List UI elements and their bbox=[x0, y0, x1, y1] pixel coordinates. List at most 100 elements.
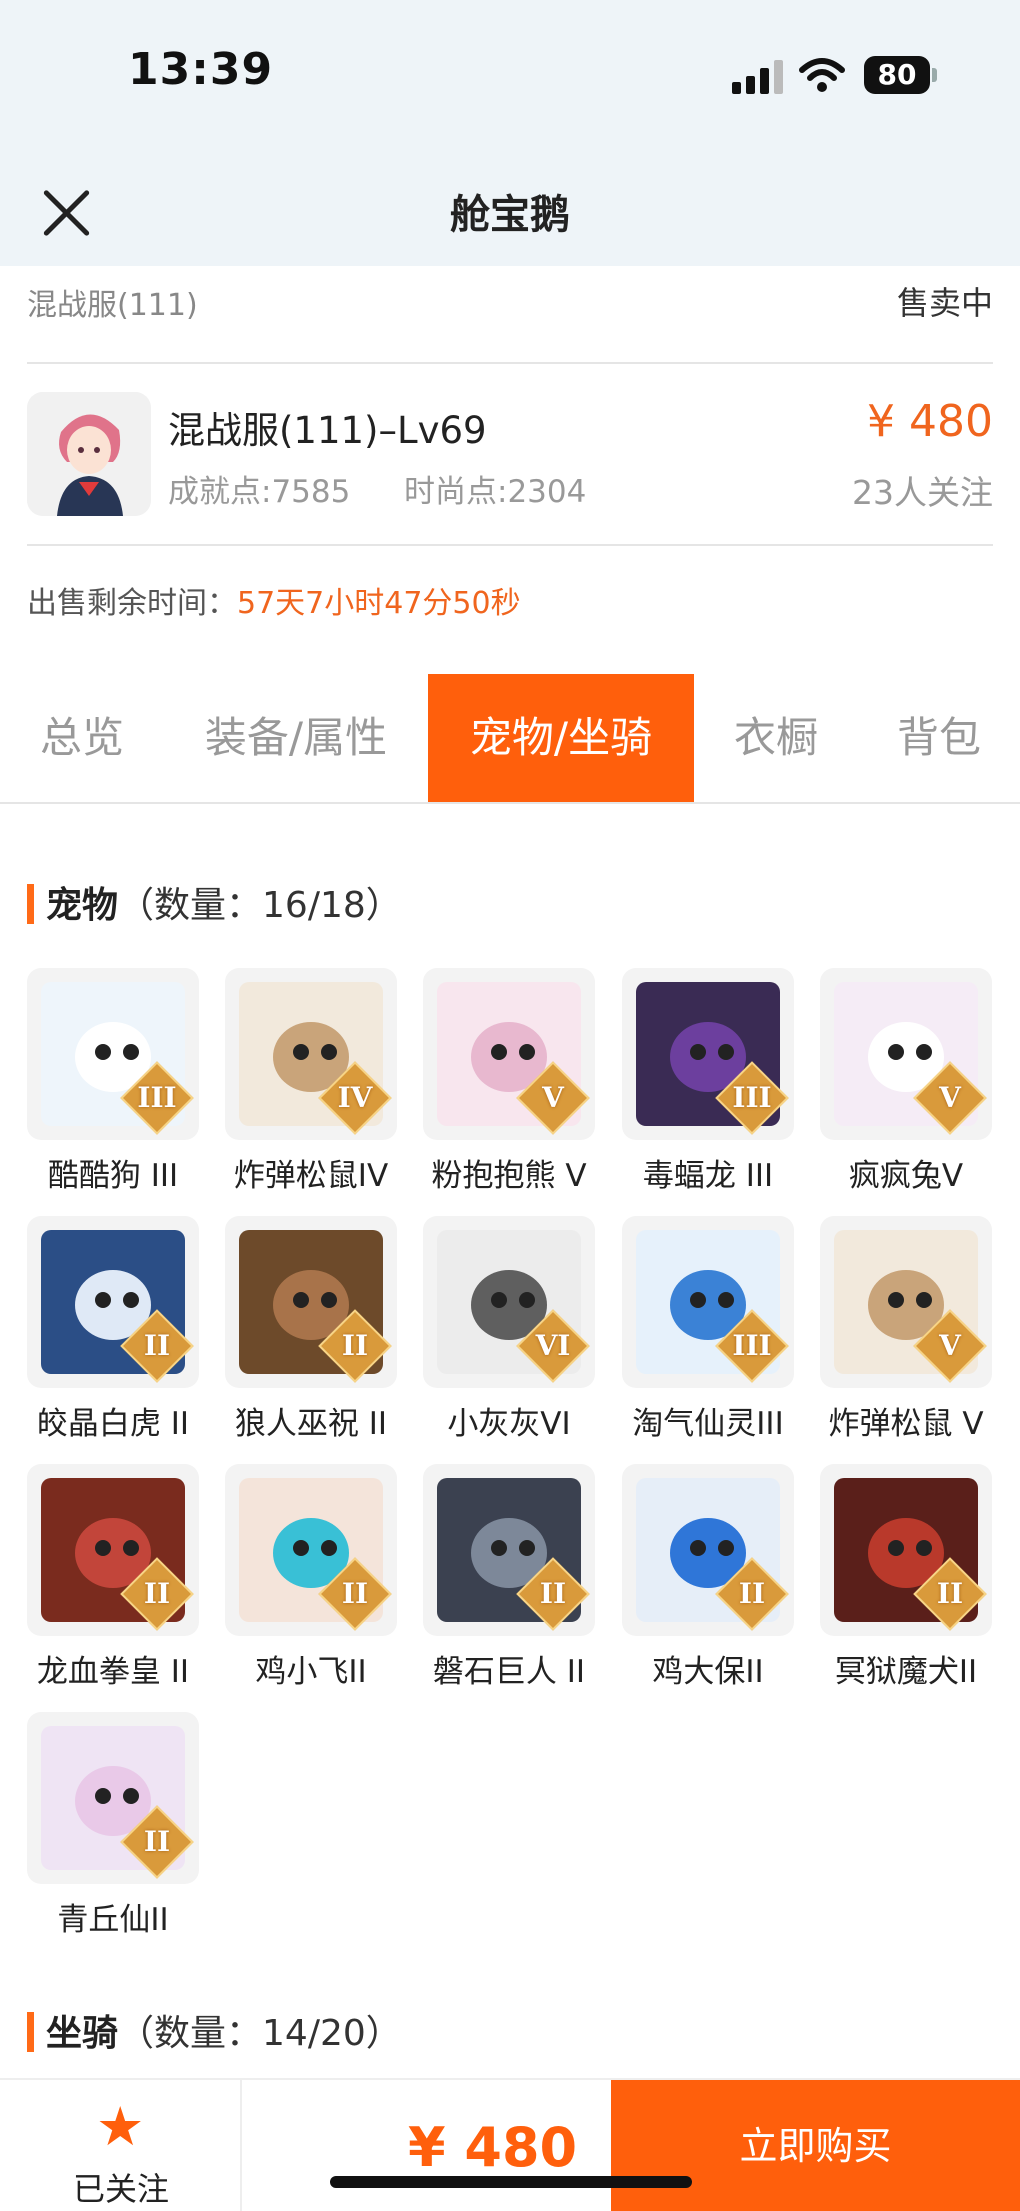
pet-name: 冥狱魔犬II bbox=[834, 1654, 978, 1690]
pet-eye bbox=[519, 1540, 535, 1556]
bottom-price: ¥ 480 bbox=[408, 2116, 578, 2179]
star-icon: ★ bbox=[96, 2095, 145, 2158]
pet-icon-frame: II bbox=[27, 1712, 199, 1884]
buy-now-button[interactable]: 立即购买 bbox=[611, 2080, 1020, 2211]
pet-name: 疯疯兔V bbox=[848, 1158, 964, 1194]
pet-name: 皎晶白虎 II bbox=[36, 1406, 190, 1442]
divider bbox=[27, 544, 993, 546]
pet-eye bbox=[888, 1540, 904, 1556]
pet-eye bbox=[321, 1044, 337, 1060]
battery-icon: 80 bbox=[864, 56, 930, 94]
pet-eye bbox=[491, 1540, 507, 1556]
pet-item[interactable]: II 鸡大保II bbox=[622, 1464, 794, 1700]
pet-eye bbox=[690, 1044, 706, 1060]
tab-backpack[interactable]: 背包 bbox=[858, 674, 1020, 802]
pet-name: 鸡小飞II bbox=[255, 1654, 367, 1690]
pet-eye bbox=[293, 1540, 309, 1556]
pet-eye bbox=[321, 1292, 337, 1308]
tier-badge-label: II bbox=[143, 1577, 171, 1610]
tab-wardrobe[interactable]: 衣橱 bbox=[694, 674, 858, 802]
section-accent-bar bbox=[27, 2012, 34, 2052]
tier-badge-label: II bbox=[539, 1577, 567, 1610]
follow-button[interactable]: ★ 已关注 bbox=[0, 2080, 242, 2211]
tier-badge-label: II bbox=[143, 1825, 171, 1858]
pet-item[interactable]: II 冥狱魔犬II bbox=[820, 1464, 992, 1700]
pets-section-label: 宠物 bbox=[46, 885, 119, 926]
pet-item[interactable]: V 粉抱抱熊 V bbox=[423, 968, 595, 1204]
battery-cap bbox=[932, 68, 937, 82]
pet-item[interactable]: II 狼人巫祝 II bbox=[225, 1216, 397, 1452]
top-header: 13:39 80 舱宝鹅 bbox=[0, 0, 1020, 266]
pet-eye bbox=[95, 1292, 111, 1308]
status-time: 13:39 bbox=[128, 44, 274, 95]
pet-name: 鸡大保II bbox=[652, 1654, 764, 1690]
cellular-signal-icon bbox=[732, 60, 784, 94]
pet-name: 淘气仙灵III bbox=[632, 1406, 784, 1442]
pet-eye bbox=[690, 1540, 706, 1556]
pet-item[interactable]: III 酷酷狗 III bbox=[27, 968, 199, 1204]
pet-eye bbox=[123, 1788, 139, 1804]
remaining-time-label: 出售剩余时间： bbox=[27, 586, 237, 621]
pet-eye bbox=[293, 1292, 309, 1308]
pet-name: 粉抱抱熊 V bbox=[431, 1158, 587, 1194]
pet-item[interactable]: II 磐石巨人 II bbox=[423, 1464, 595, 1700]
pet-eye bbox=[718, 1540, 734, 1556]
server-name: 混战服(111) bbox=[27, 288, 198, 323]
pet-name: 炸弹松鼠 V bbox=[828, 1406, 984, 1442]
pet-name: 青丘仙II bbox=[57, 1902, 169, 1938]
pet-eye bbox=[916, 1044, 932, 1060]
pet-eye bbox=[95, 1788, 111, 1804]
pet-eye bbox=[491, 1044, 507, 1060]
pet-item[interactable]: II 青丘仙II bbox=[27, 1712, 199, 1948]
pet-name: 炸弹松鼠IV bbox=[233, 1158, 389, 1194]
divider bbox=[27, 362, 993, 364]
tier-badge-label: II bbox=[341, 1329, 369, 1362]
pet-eye bbox=[95, 1540, 111, 1556]
pet-item[interactable]: II 鸡小飞II bbox=[225, 1464, 397, 1700]
pet-eye bbox=[718, 1044, 734, 1060]
pet-item[interactable]: II 龙血拳皇 II bbox=[27, 1464, 199, 1700]
listing-price: ¥ 480 bbox=[867, 396, 993, 447]
pet-eye bbox=[321, 1540, 337, 1556]
achievement-points: 成就点:7585 bbox=[168, 474, 351, 510]
tier-badge-label: III bbox=[732, 1329, 772, 1362]
character-portrait-icon bbox=[27, 392, 151, 516]
tab-pets-mounts[interactable]: 宠物/坐骑 bbox=[428, 674, 694, 802]
tab-equipment[interactable]: 装备/属性 bbox=[164, 674, 428, 802]
pet-item[interactable]: III 毒蝠龙 III bbox=[622, 968, 794, 1204]
tier-badge-label: II bbox=[143, 1329, 171, 1362]
pet-item[interactable]: III 淘气仙灵III bbox=[622, 1216, 794, 1452]
pet-icon-frame: VI bbox=[423, 1216, 595, 1388]
wifi-icon bbox=[799, 58, 845, 92]
pet-icon-frame: V bbox=[423, 968, 595, 1140]
tier-badge-label: IV bbox=[337, 1081, 373, 1114]
tier-badge-label: III bbox=[137, 1081, 177, 1114]
pet-item[interactable]: VI 小灰灰VI bbox=[423, 1216, 595, 1452]
pet-name: 小灰灰VI bbox=[447, 1406, 571, 1442]
page-title: 舱宝鹅 bbox=[450, 192, 570, 238]
tier-badge-label: II bbox=[738, 1577, 766, 1610]
pets-section-title: 宠物（数量：16/18） bbox=[27, 876, 402, 928]
tier-badge-label: III bbox=[732, 1081, 772, 1114]
tab-bar: 总览 装备/属性 宠物/坐骑 衣橱 背包 bbox=[0, 674, 1020, 804]
pet-item[interactable]: II 皎晶白虎 II bbox=[27, 1216, 199, 1452]
tier-badge-label: V bbox=[939, 1329, 961, 1362]
pet-eye bbox=[519, 1044, 535, 1060]
pet-item[interactable]: V 炸弹松鼠 V bbox=[820, 1216, 992, 1452]
pet-eye bbox=[916, 1292, 932, 1308]
tier-badge-label: V bbox=[542, 1081, 564, 1114]
pet-icon-frame: III bbox=[622, 1216, 794, 1388]
tab-overview[interactable]: 总览 bbox=[0, 674, 164, 802]
pet-icon-frame: II bbox=[225, 1216, 397, 1388]
tier-badge-label: II bbox=[936, 1577, 964, 1610]
pet-eye bbox=[519, 1292, 535, 1308]
pet-icon-frame: III bbox=[622, 968, 794, 1140]
pet-item[interactable]: IV 炸弹松鼠IV bbox=[225, 968, 397, 1204]
remaining-time-value: 57天7小时47分50秒 bbox=[237, 586, 521, 621]
pet-item[interactable]: V 疯疯兔V bbox=[820, 968, 992, 1204]
remaining-time: 出售剩余时间：57天7小时47分50秒 bbox=[27, 578, 521, 622]
pet-name: 磐石巨人 II bbox=[432, 1654, 586, 1690]
pet-eye bbox=[95, 1044, 111, 1060]
pet-eye bbox=[123, 1292, 139, 1308]
pet-icon-frame: II bbox=[225, 1464, 397, 1636]
